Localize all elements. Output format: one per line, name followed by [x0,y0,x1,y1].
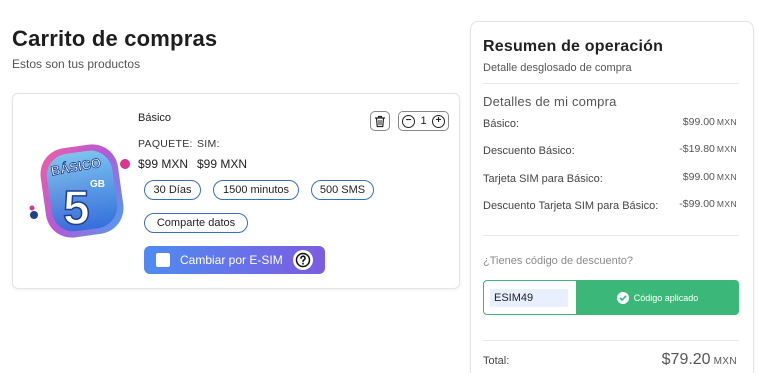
summary-line-label: Descuento Tarjeta SIM para Básico: [483,200,659,212]
summary-line-amount: $99.00 MXN [682,171,737,183]
plan-image-number: 5 [63,182,90,235]
divider [483,83,739,84]
summary-line-amount: -$19.80 MXN [679,143,737,155]
decor-dot-pink-small [29,205,35,211]
page-subtitle: Estos son tus productos [12,57,141,71]
esim-label: Cambiar por E-SIM [180,253,283,267]
package-label: PAQUETE: [138,138,193,150]
delete-product-button[interactable] [370,111,390,131]
coupon-status: Código aplicado [633,292,699,303]
plan-image-unit: GB [90,179,105,190]
package-price: $99 MXN [138,157,189,171]
feature-chip-minutes: 1500 minutos [213,180,299,200]
plan-name: Básico [138,112,172,124]
feature-chip-share-data: Comparte datos [144,213,248,233]
sim-price: $99 MXN [197,157,248,171]
summary-subtitle: Detalle desglosado de compra [483,62,632,74]
summary-title: Resumen de operación [483,38,664,55]
details-title: Detalles de mi compra [483,94,617,109]
discount-question: ¿Tienes código de descuento? [483,255,634,267]
total-amount: $79.20 MXN [661,351,737,368]
page-title: Carrito de compras [12,26,218,51]
total-label: Total: [483,355,510,367]
product-card: BÁSICO 5 GB Básico − 1 + PAQUETE: SIM: $… [12,93,460,289]
summary-line-amount: -$99.00 MXN [679,198,737,210]
feature-chip-sms: 500 SMS [311,180,374,200]
feature-chip-days: 30 Días [144,180,201,200]
plan-image: BÁSICO 5 GB [29,144,130,238]
order-summary-card: Resumen de operación Detalle desglosado … [470,21,754,373]
trash-icon [375,115,385,127]
quantity-value: 1 [420,115,427,127]
coupon-applied-button[interactable]: Código aplicado [576,280,739,315]
decor-dot-navy [30,211,38,219]
switch-to-esim-button[interactable]: Cambiar por E-SIM [144,246,325,274]
divider [483,235,739,236]
question-circle-icon[interactable] [293,250,313,270]
quantity-stepper: − 1 + [398,111,449,131]
summary-line-amount: $99.00 MXN [682,116,737,128]
divider [483,340,739,341]
minus-circle-icon[interactable]: − [402,114,415,128]
esim-checkbox[interactable] [156,253,170,267]
summary-line-label: Básico: [483,118,520,130]
check-circle-icon [616,291,629,304]
summary-line-label: Descuento Básico: [483,145,575,157]
sim-label: SIM: [197,138,220,150]
plus-circle-icon[interactable]: + [432,114,445,128]
coupon-input[interactable] [490,288,568,307]
decor-dot-pink [120,159,130,169]
summary-line-label: Tarjeta SIM para Básico: [483,173,603,185]
coupon-field [483,280,576,315]
